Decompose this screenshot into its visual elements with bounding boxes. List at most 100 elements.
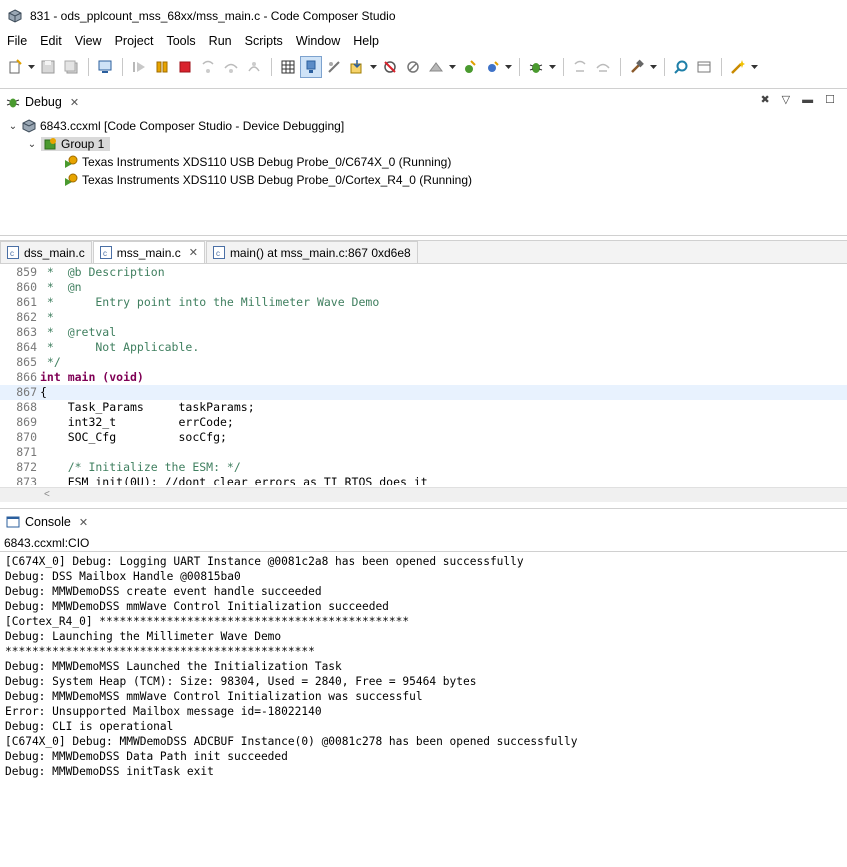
console-line: Debug: MMWDemoMSS Launched the Initializ… <box>5 660 342 673</box>
code-editor[interactable]: 859 * @b Description 860 * @n 861 * Entr… <box>0 265 847 485</box>
view-menu-icon[interactable]: ▽ <box>782 93 790 106</box>
step-return-icon[interactable] <box>243 56 265 78</box>
memory-browser-icon[interactable] <box>277 56 299 78</box>
group-icon <box>44 138 56 150</box>
tab-console[interactable]: Console ✕ <box>0 510 96 535</box>
menu-project[interactable]: Project <box>108 34 160 48</box>
menu-edit[interactable]: Edit <box>33 34 68 48</box>
tree-item-label: Texas Instruments XDS110 USB Debug Probe… <box>82 155 452 169</box>
svg-text:c: c <box>216 249 220 258</box>
maximize-icon[interactable]: ☐ <box>825 93 835 106</box>
close-icon[interactable]: ✕ <box>189 246 198 259</box>
resume-icon[interactable] <box>128 56 150 78</box>
tree-item-core-cortex[interactable]: Texas Instruments XDS110 USB Debug Probe… <box>0 171 847 189</box>
reset-icon[interactable] <box>402 56 424 78</box>
tree-item-target-config[interactable]: ⌄ 6843.ccxml [Code Composer Studio - Dev… <box>0 117 847 135</box>
menu-tools[interactable]: Tools <box>159 34 201 48</box>
code-text: * @b Description <box>40 265 165 279</box>
suspend-icon[interactable] <box>151 56 173 78</box>
editor-tabs: c dss_main.c c mss_main.c ✕ c main() at … <box>0 241 847 264</box>
close-icon[interactable]: ✕ <box>79 516 88 529</box>
new-icon[interactable] <box>4 56 26 78</box>
breakpoint-dropdown-icon[interactable] <box>448 56 456 78</box>
menu-window[interactable]: Window <box>289 34 346 48</box>
scroll-left-icon[interactable]: < <box>44 489 50 500</box>
wand-dropdown-icon[interactable] <box>750 56 758 78</box>
toolbar-separator <box>519 58 520 76</box>
build-icon[interactable] <box>626 56 648 78</box>
toolbar-separator <box>563 58 564 76</box>
running-core-icon <box>65 173 78 186</box>
new-dropdown-icon[interactable] <box>27 56 35 78</box>
editor-area: c dss_main.c c mss_main.c ✕ c main() at … <box>0 240 847 506</box>
code-text: * Not Applicable. <box>40 340 200 354</box>
load-program-icon[interactable] <box>346 56 368 78</box>
chevron-down-icon[interactable]: ⌄ <box>27 139 37 150</box>
run-config-icon[interactable] <box>481 56 503 78</box>
tree-item-label: Group 1 <box>61 137 105 151</box>
restart-icon[interactable] <box>379 56 401 78</box>
tab-main-location[interactable]: c main() at mss_main.c:867 0xd6e8 <box>205 241 418 263</box>
disconnect-icon[interactable] <box>323 56 345 78</box>
tab-mss-main[interactable]: c mss_main.c ✕ <box>92 241 205 263</box>
breakpoint-icon[interactable] <box>425 56 447 78</box>
connect-target-icon[interactable] <box>300 56 322 78</box>
minimize-icon[interactable]: ▬ <box>802 94 813 106</box>
debug-view-header: Debug ✕ ✖ ▽ ▬ ☐ <box>0 89 847 115</box>
code-text: * <box>40 310 54 324</box>
tab-dss-main[interactable]: c dss_main.c <box>0 241 92 263</box>
horizontal-scrollbar[interactable]: < <box>0 487 847 502</box>
line-number: 864 <box>16 340 37 354</box>
code-line: 865 */ <box>0 355 847 370</box>
chevron-down-icon[interactable]: ⌄ <box>8 121 18 132</box>
code-text: /* Initialize the ESM: */ <box>40 460 241 474</box>
tree-item-group[interactable]: ⌄ Group 1 <box>0 135 847 153</box>
bug-icon[interactable] <box>525 56 547 78</box>
terminal-icon[interactable] <box>94 56 116 78</box>
close-icon[interactable]: ✕ <box>70 96 79 109</box>
line-number: 873 <box>16 475 37 485</box>
terminate-icon[interactable] <box>174 56 196 78</box>
console-line: [C674X_0] Debug: Logging UART Instance @… <box>5 555 524 568</box>
console-subtitle: 6843.ccxml:CIO <box>0 535 847 552</box>
menu-scripts[interactable]: Scripts <box>238 34 289 48</box>
wand-icon[interactable] <box>727 56 749 78</box>
search-icon[interactable] <box>670 56 692 78</box>
tab-console-label: Console <box>25 515 71 529</box>
line-number: 859 <box>16 265 37 279</box>
remove-terminated-icon[interactable]: ✖ <box>760 93 769 106</box>
tab-label: mss_main.c <box>116 245 181 260</box>
console-line: Debug: MMWDemoDSS initTask exit <box>5 765 214 778</box>
tab-label: main() at mss_main.c:867 0xd6e8 <box>229 245 411 260</box>
load-dropdown-icon[interactable] <box>369 56 377 78</box>
line-number: 872 <box>16 460 37 474</box>
bug-dropdown-icon[interactable] <box>548 56 556 78</box>
step-over-asm-icon[interactable] <box>592 56 614 78</box>
debug-view: Debug ✕ ✖ ▽ ▬ ☐ ⌄ 6843.ccxml [Code Compo… <box>0 88 847 236</box>
menu-view[interactable]: View <box>68 34 108 48</box>
code-text: ESM_init(0U); //dont clear errors as TI … <box>40 475 428 485</box>
toolbar-separator <box>664 58 665 76</box>
build-dropdown-icon[interactable] <box>649 56 657 78</box>
tree-item-core-c674x[interactable]: Texas Instruments XDS110 USB Debug Probe… <box>0 153 847 171</box>
open-perspective-icon[interactable] <box>693 56 715 78</box>
menu-file[interactable]: File <box>0 34 33 48</box>
debug-icon[interactable] <box>458 56 480 78</box>
save-all-icon[interactable] <box>60 56 82 78</box>
menu-run[interactable]: Run <box>202 34 238 48</box>
save-icon[interactable] <box>37 56 59 78</box>
view-controls: ✖ ▽ ▬ ☐ <box>748 93 835 107</box>
tab-debug[interactable]: Debug ✕ <box>0 90 87 115</box>
app-cube-icon <box>8 8 22 23</box>
menu-help[interactable]: Help <box>346 34 385 48</box>
toolbar-separator <box>721 58 722 76</box>
code-line: 868 Task_Params taskParams; <box>0 400 847 415</box>
svg-text:c: c <box>10 249 14 258</box>
code-text: * @n <box>40 280 82 294</box>
step-asm-icon[interactable] <box>569 56 591 78</box>
run-dropdown-icon[interactable] <box>504 56 512 78</box>
step-over-icon[interactable] <box>220 56 242 78</box>
code-text: int main (void) <box>40 370 144 384</box>
console-output[interactable]: [C674X_0] Debug: Logging UART Instance @… <box>0 552 847 779</box>
step-into-icon[interactable] <box>197 56 219 78</box>
